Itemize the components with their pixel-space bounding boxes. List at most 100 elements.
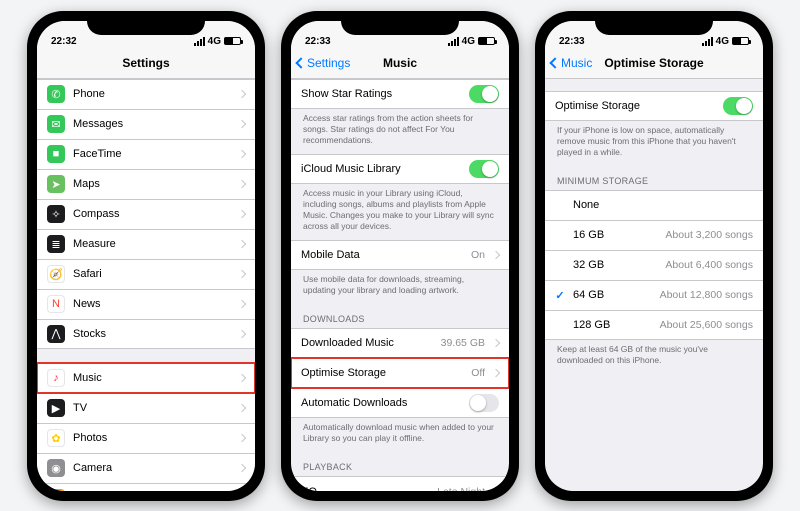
option-label: None: [573, 199, 745, 211]
settings-row-phone[interactable]: ✆Phone: [37, 79, 255, 109]
navbar: Settings Music: [291, 49, 509, 79]
storage-option-16-gb[interactable]: ✓16 GBAbout 3,200 songs: [545, 220, 763, 250]
battery-icon: [224, 37, 241, 45]
row-label: Photos: [73, 432, 231, 444]
toggle-icon[interactable]: [469, 160, 499, 178]
storage-option-128-gb[interactable]: ✓ 128 GB About 25,600 songs: [545, 310, 763, 340]
toggle-icon[interactable]: [469, 394, 499, 412]
notch: [87, 11, 205, 35]
settings-row-books[interactable]: ▤Books: [37, 483, 255, 491]
storage-option-32-gb[interactable]: ✓ 32 GB About 6,400 songs: [545, 250, 763, 280]
star-ratings-row[interactable]: Show Star Ratings: [291, 79, 509, 109]
row-label: Messages: [73, 118, 231, 130]
mobile-note: Use mobile data for downloads, streaming…: [291, 270, 509, 304]
chevron-right-icon: [238, 90, 246, 98]
row-label: Camera: [73, 462, 231, 474]
phone-music-settings: 22:33 4G Settings Music Show Star Rating…: [281, 11, 519, 501]
row-label: FaceTime: [73, 148, 231, 160]
row-label: Compass: [73, 208, 231, 220]
chevron-right-icon: [238, 210, 246, 218]
maps-icon: ➤: [47, 175, 65, 193]
storage-option-none[interactable]: ✓ None: [545, 190, 763, 220]
settings-row-camera[interactable]: ◉ Camera: [37, 453, 255, 483]
settings-row-measure[interactable]: ≣Measure: [37, 229, 255, 259]
checkmark-icon: ✓: [555, 318, 565, 331]
network-label: 4G: [716, 36, 729, 47]
eq-row[interactable]: EQ Late Night: [291, 476, 509, 490]
back-button[interactable]: Music: [551, 49, 592, 78]
battery-icon: [478, 37, 495, 45]
photos-icon: ✿: [47, 429, 65, 447]
settings-row-messages[interactable]: ✉ Messages: [37, 109, 255, 139]
optimise-toggle-row[interactable]: Optimise Storage: [545, 91, 763, 121]
auto-note: Automatically download music when added …: [291, 418, 509, 452]
chevron-right-icon: [492, 487, 500, 490]
row-label: TV: [73, 402, 231, 414]
chevron-right-icon: [238, 120, 246, 128]
optimise-note: If your iPhone is low on space, automati…: [545, 121, 763, 166]
chevron-left-icon: [297, 56, 305, 70]
camera-icon: ◉: [47, 459, 65, 477]
safari-icon: 🧭: [47, 265, 65, 283]
time-label: 22:33: [559, 36, 585, 47]
chevron-right-icon: [492, 251, 500, 259]
settings-row-stocks[interactable]: ⋀ Stocks: [37, 319, 255, 349]
automatic-downloads-row[interactable]: Automatic Downloads: [291, 388, 509, 418]
phone-settings: 22:32 4G Settings ✆Phone ✉ Messages ■ FaceTi…: [27, 11, 265, 501]
checkmark-icon: ✓: [555, 289, 565, 302]
chevron-left-icon: [551, 56, 559, 70]
chevron-right-icon: [238, 434, 246, 442]
messages-icon: ✉: [47, 115, 65, 133]
chevron-right-icon: [238, 270, 246, 278]
settings-row-photos[interactable]: ✿ Photos: [37, 423, 255, 453]
checkmark-icon: ✓: [555, 259, 565, 272]
optimise-storage-row[interactable]: Optimise Storage Off: [291, 358, 509, 388]
settings-row-tv[interactable]: ▶TV: [37, 393, 255, 423]
settings-row-news[interactable]: NNews: [37, 289, 255, 319]
storage-option-64-gb[interactable]: ✓64 GBAbout 12,800 songs: [545, 280, 763, 310]
option-detail: About 25,600 songs: [660, 319, 753, 331]
playback-header: PLAYBACK: [291, 452, 509, 476]
row-label: Measure: [73, 238, 231, 250]
option-detail: About 12,800 songs: [660, 289, 753, 301]
toggle-icon[interactable]: [469, 85, 499, 103]
navbar: Settings: [37, 49, 255, 79]
option-label: 128 GB: [573, 319, 652, 331]
time-label: 22:33: [305, 36, 331, 47]
settings-row-compass[interactable]: ✧Compass: [37, 199, 255, 229]
icloud-library-row[interactable]: iCloud Music Library: [291, 154, 509, 184]
page-title: Music: [383, 56, 417, 70]
battery-icon: [732, 37, 749, 45]
toggle-icon[interactable]: [723, 97, 753, 115]
time-label: 22:32: [51, 36, 77, 47]
signal-icon: [194, 37, 205, 46]
option-label: 32 GB: [573, 259, 657, 271]
chevron-right-icon: [238, 150, 246, 158]
music-icon: ♪: [47, 369, 65, 387]
row-label: Music: [73, 372, 231, 384]
facetime-icon: ■: [47, 145, 65, 163]
chevron-right-icon: [238, 329, 246, 337]
phone-icon: ✆: [47, 85, 65, 103]
settings-row-facetime[interactable]: ■ FaceTime: [37, 139, 255, 169]
settings-row-safari[interactable]: 🧭 Safari: [37, 259, 255, 289]
back-button[interactable]: Settings: [297, 49, 350, 78]
option-detail: About 6,400 songs: [665, 259, 753, 271]
downloaded-music-row[interactable]: Downloaded Music 39.65 GB: [291, 328, 509, 358]
row-label: Safari: [73, 268, 231, 280]
stocks-icon: ⋀: [47, 325, 65, 343]
signal-icon: [702, 37, 713, 46]
checkmark-icon: ✓: [555, 199, 565, 212]
star-ratings-note: Access star ratings from the action shee…: [291, 109, 509, 154]
settings-row-music[interactable]: ♪ Music: [37, 363, 255, 393]
network-label: 4G: [208, 36, 221, 47]
chevron-right-icon: [238, 180, 246, 188]
news-icon: N: [47, 295, 65, 313]
settings-row-maps[interactable]: ➤Maps: [37, 169, 255, 199]
mobile-data-row[interactable]: Mobile Data On: [291, 240, 509, 270]
navbar: Music Optimise Storage: [545, 49, 763, 79]
row-label: Stocks: [73, 328, 231, 340]
books-icon: ▤: [47, 489, 65, 491]
network-label: 4G: [462, 36, 475, 47]
chevron-right-icon: [238, 464, 246, 472]
